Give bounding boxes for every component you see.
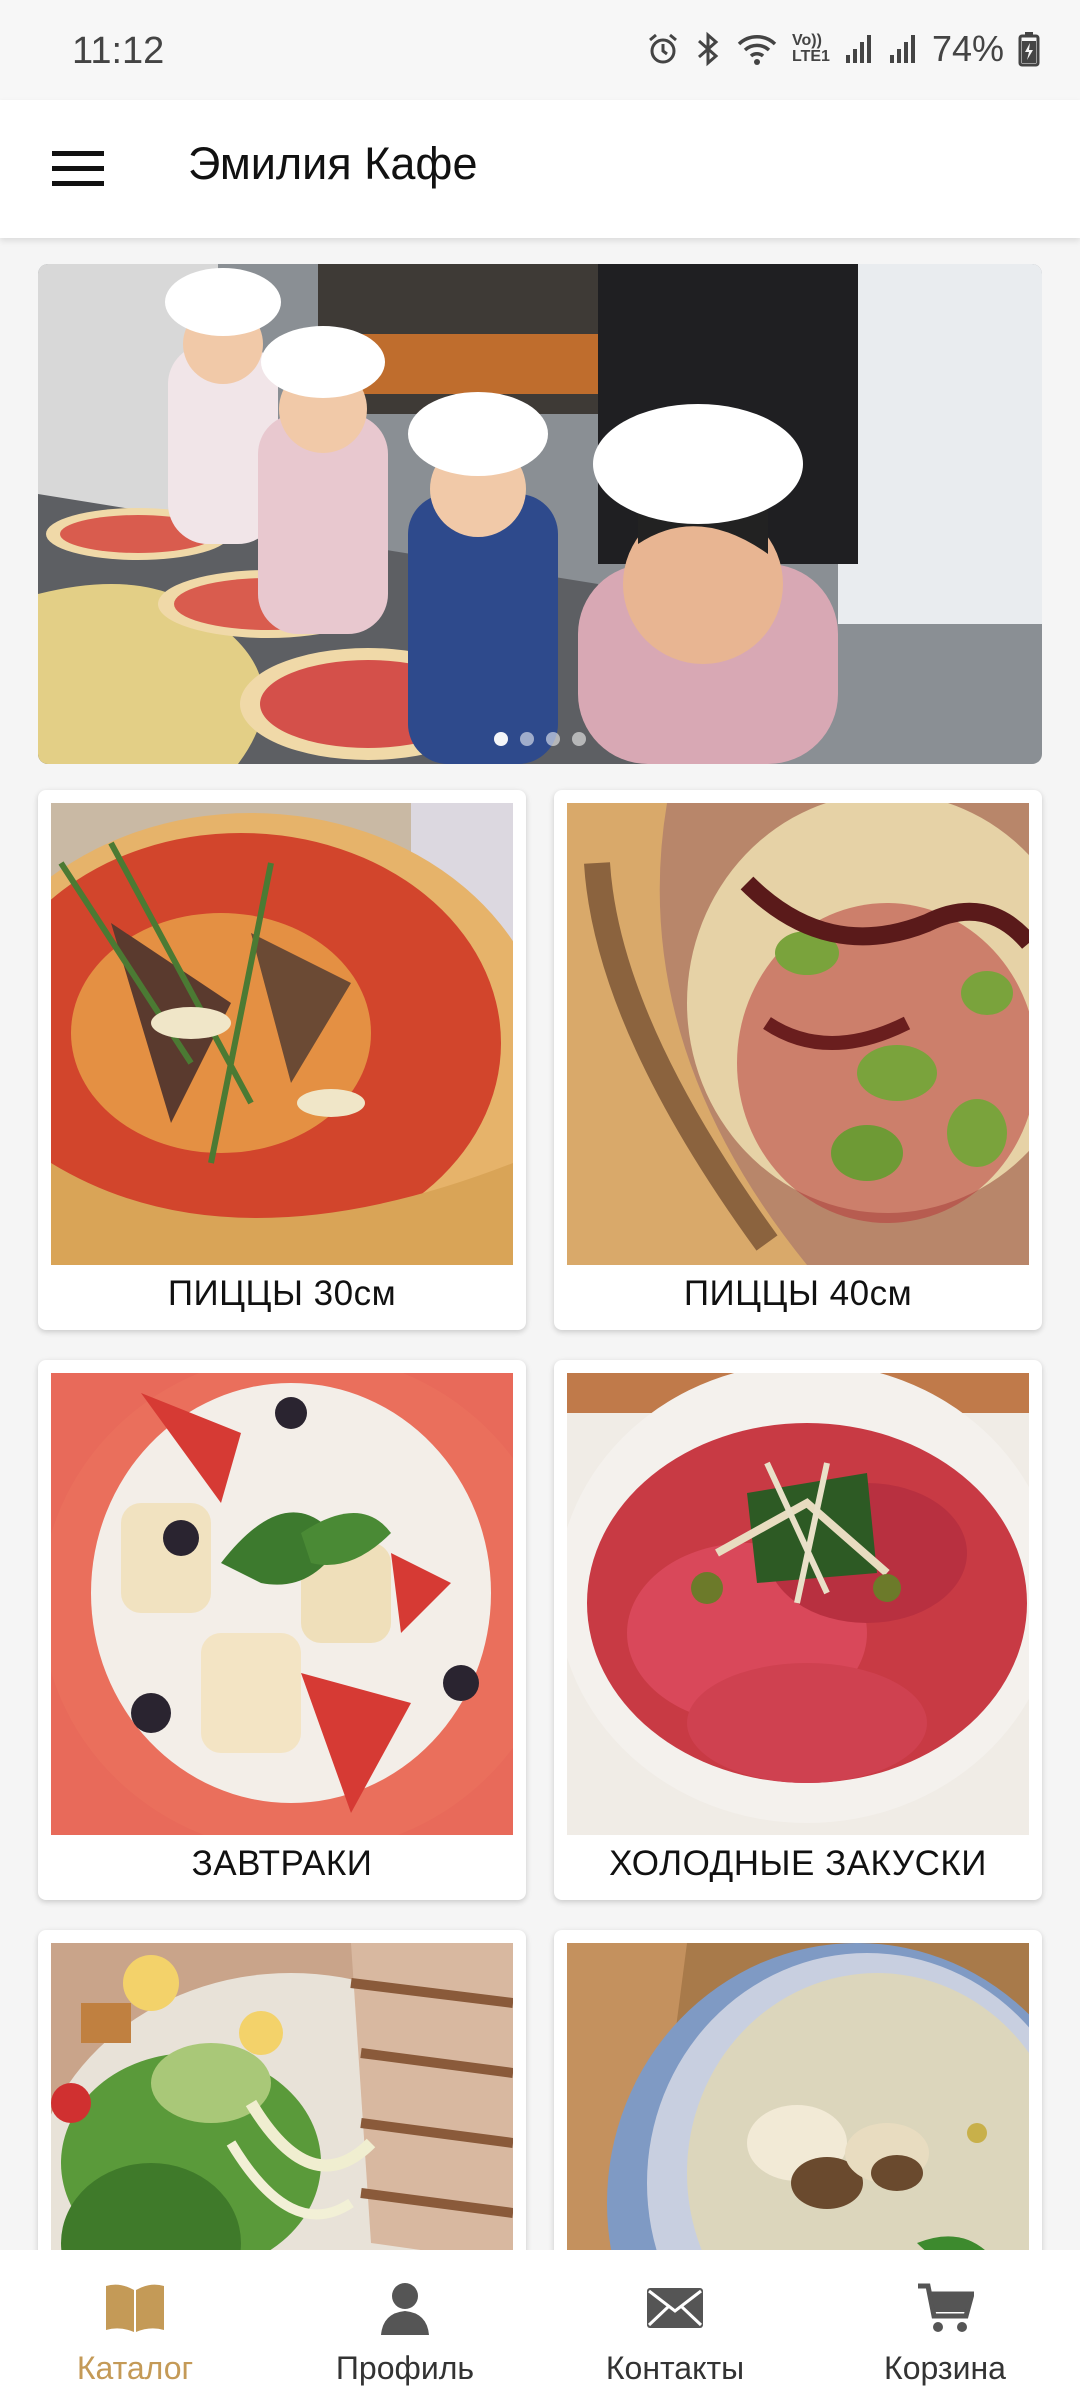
status-icons: Vo)) LTE1 74% <box>646 28 1040 70</box>
lte-label: LTE1 <box>792 48 830 65</box>
category-image <box>567 1943 1029 2250</box>
page-title: Эмилия Кафе <box>188 138 478 189</box>
person-icon <box>381 2283 429 2335</box>
pagination-dot[interactable] <box>546 732 560 746</box>
pagination-dot[interactable] <box>520 732 534 746</box>
banner-image <box>38 264 1042 764</box>
nav-profile[interactable]: Профиль <box>270 2250 540 2400</box>
hamburger-menu-icon <box>52 151 104 186</box>
category-label: ПИЦЦЫ 40см <box>683 1274 913 1313</box>
category-card-pizza-30[interactable]: ПИЦЦЫ 30см <box>38 790 526 1330</box>
category-image <box>567 803 1029 1265</box>
app-bar: Эмилия Кафе <box>0 100 1080 238</box>
battery-charging-icon <box>1018 31 1040 67</box>
category-image <box>51 1943 513 2250</box>
pagination-dot[interactable] <box>572 732 586 746</box>
volte-icon: Vo)) LTE1 <box>792 33 830 65</box>
category-image <box>51 1373 513 1835</box>
category-card-cold-appetizers[interactable]: ХОЛОДНЫЕ ЗАКУСКИ <box>554 1360 1042 1900</box>
pagination-dot[interactable] <box>494 732 508 746</box>
nav-label: Каталог <box>76 2350 194 2386</box>
signal-icon <box>844 33 874 65</box>
catalog-content[interactable]: ПИЦЦЫ 30см ПИЦЦЫ 40см ЗАВТРАКИ ХОЛОДНЫЕ … <box>0 238 1080 2250</box>
menu-button[interactable] <box>38 134 118 204</box>
nav-label: Профиль <box>335 2350 475 2386</box>
category-card-soups[interactable] <box>554 1930 1042 2250</box>
category-label: ХОЛОДНЫЕ ЗАКУСКИ <box>609 1844 987 1883</box>
cart-icon <box>918 2283 974 2332</box>
alarm-icon <box>646 32 680 66</box>
battery-percent: 74% <box>931 28 1004 69</box>
category-card-salads[interactable] <box>38 1930 526 2250</box>
promo-banner[interactable] <box>38 264 1042 764</box>
category-card-pizza-40[interactable]: ПИЦЦЫ 40см <box>554 790 1042 1330</box>
book-icon <box>106 2284 164 2332</box>
wifi-icon <box>736 32 778 66</box>
banner-pagination <box>38 732 1042 746</box>
nav-label: Контакты <box>605 2350 745 2386</box>
category-card-breakfast[interactable]: ЗАВТРАКИ <box>38 1360 526 1900</box>
nav-contacts[interactable]: Контакты <box>540 2250 810 2400</box>
status-time: 11:12 <box>72 30 165 72</box>
bottom-navigation: Каталог Профиль Контакты Корзина <box>0 2250 1080 2400</box>
category-image <box>567 1373 1029 1835</box>
bluetooth-icon <box>694 31 722 67</box>
nav-label: Корзина <box>884 2350 1006 2386</box>
category-image <box>51 803 513 1265</box>
status-bar: 11:12 Vo)) LTE1 74% <box>0 0 1080 100</box>
category-label: ПИЦЦЫ 30см <box>167 1274 397 1313</box>
envelope-icon <box>647 2288 703 2328</box>
signal-icon <box>888 33 918 65</box>
nav-cart[interactable]: Корзина <box>810 2250 1080 2400</box>
category-label: ЗАВТРАКИ <box>191 1844 373 1883</box>
nav-catalog[interactable]: Каталог <box>0 2250 270 2400</box>
volte-label: Vo)) <box>792 32 822 49</box>
